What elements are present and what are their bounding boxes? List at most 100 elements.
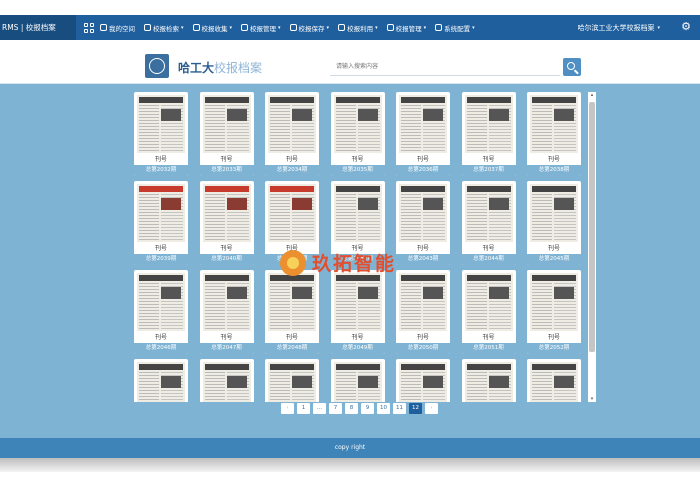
page-button[interactable]: 9 [361,403,374,414]
newspaper-card[interactable]: 刊号 总第2046期 [134,270,188,354]
nav-icon [192,24,200,31]
card-title: 刊号 [416,334,429,341]
next-page-button[interactable]: › [425,403,438,414]
newspaper-card[interactable]: 刊号总第2048期 [265,270,319,354]
newspaper-card[interactable]: 刊号 总第2038期 [527,92,581,176]
nav-item-6[interactable]: 校报管理 ▾ [386,23,427,33]
newspaper-card[interactable]: 刊号 总第2036期 [396,92,450,176]
newspaper-thumbnail [268,362,316,402]
nav-item-3[interactable]: 校报管理 ▾ [241,23,281,33]
nav-icon [144,24,151,31]
newspaper-card[interactable]: 刊号 总第2032期 [134,92,188,176]
search-input[interactable] [330,58,560,76]
nav-icon [338,24,346,31]
nav-item-2[interactable]: 校报收集 ▾ [192,23,232,33]
card-issue-number: 总第2034期 [265,165,319,176]
newspaper-card[interactable] [527,359,581,402]
brand-label: RMS | 校报档案 [0,15,76,40]
page-button[interactable]: 12 [409,403,422,414]
scroll-up-icon[interactable]: ▴ [589,92,595,98]
newspaper-card[interactable]: 刊号 总第2052期 [527,270,581,354]
newspaper-thumbnail [137,184,185,242]
newspaper-thumbnail [333,95,382,153]
scrollbar-thumb[interactable] [589,102,595,352]
newspaper-thumbnail [268,273,316,331]
newspaper-card[interactable]: 刊号 总第2051期 [461,270,516,354]
newspaper-card[interactable] [265,359,319,402]
card-title: 刊号 [482,245,495,252]
newspaper-card[interactable]: 刊号 总第2033期 [199,92,254,176]
vertical-scrollbar[interactable]: ▴ ▾ [588,92,596,402]
page-button[interactable]: 1 [297,403,310,414]
nav-icon [100,24,107,31]
card-title: 刊号 [285,334,298,341]
card-issue-number: 总第2036期 [396,165,450,176]
newspaper-card[interactable] [199,359,254,402]
watermark: 玖拓智能 [280,249,396,276]
card-title: 刊号 [547,334,560,341]
newspaper-card[interactable]: 刊号 总第2035期 [330,92,385,176]
newspaper-thumbnail [399,95,447,153]
card-title: 刊号 [220,156,233,163]
newspaper-card[interactable]: 刊号 总第2047期 [199,270,254,354]
gear-icon[interactable]: ⚙ [680,21,692,33]
newspaper-card[interactable]: 刊号总第2044期 [461,181,516,265]
nav-item-1[interactable]: 校报检索 ▾ [144,23,184,33]
newspaper-thumbnail [530,362,578,402]
newspaper-thumbnail [530,273,578,331]
page-button[interactable]: 11 [393,403,406,414]
newspaper-thumbnail [202,95,251,153]
card-issue-number: 总第2043期 [396,254,450,265]
newspaper-card[interactable] [134,359,188,402]
card-title: 刊号 [154,334,167,341]
newspaper-card[interactable] [330,359,385,402]
nav-item-7[interactable]: 系统配置 ▾ [435,23,475,33]
university-menu[interactable]: 哈尔滨工业大学校报档案 ▾ [577,15,660,40]
page-button[interactable]: 8 [345,403,358,414]
nav-item-label: 校报管理 [395,24,422,33]
chevron-down-icon: ▾ [657,24,660,31]
newspaper-card[interactable]: 刊号 总第2043期 [396,181,450,265]
newspaper-thumbnail [333,362,382,402]
newspaper-thumbnail [464,362,513,402]
nav-item-label: 我的空间 [109,24,135,33]
scroll-down-icon[interactable]: ▾ [589,396,595,402]
newspaper-thumbnail [202,273,251,331]
nav-item-0[interactable]: 我的空间 [100,23,135,33]
chevron-down-icon: ▾ [423,24,427,31]
top-nav-bar: RMS | 校报档案 我的空间 校报检索 ▾ 校报收集 ▾ 校报管理 ▾ 校报保存 ▾ 校报利用 ▾… [0,15,700,40]
newspaper-card[interactable]: 刊号 总第2040期 [199,181,254,265]
page-button[interactable]: 10 [377,403,390,414]
newspaper-thumbnail [464,273,513,331]
card-issue-number: 总第2044期 [461,254,516,265]
nav-item-label: 校报检索 [153,24,179,33]
newspaper-thumbnail [202,184,251,242]
card-title: 刊号 [482,334,495,341]
newspaper-card[interactable]: 刊号 总第2037期 [461,92,516,176]
nav-item-5[interactable]: 校报利用 ▾ [338,23,378,33]
watermark-logo-icon [280,249,306,276]
page-button[interactable]: 7 [329,403,342,414]
card-title: 刊号 [547,156,560,163]
newspaper-gallery: 刊号 总第2032期 刊号 总第2033期 刊号 总第2034期 刊号 总第2035期 刊号 总第… [132,92,596,402]
watermark-text: 玖拓智能 [312,253,397,275]
card-issue-number: 总第2048期 [265,343,319,354]
nav-item-4[interactable]: 校报保存 ▾ [289,23,330,33]
newspaper-thumbnail [399,273,447,331]
newspaper-thumbnail [464,184,513,242]
newspaper-card[interactable]: 刊号 总第2039期 [134,181,188,265]
app-frame: RMS | 校报档案 我的空间 校报检索 ▾ 校报收集 ▾ 校报管理 ▾ 校报保存 ▾ 校报利用 ▾… [0,0,700,500]
newspaper-card[interactable]: 刊号 总第2050期 [396,270,450,354]
newspaper-card[interactable] [461,359,516,402]
apps-grid-icon[interactable] [84,22,94,33]
newspaper-card[interactable] [396,359,450,402]
nav-icon [386,24,394,31]
page-button[interactable]: ... [313,403,326,414]
card-issue-number: 总第2047期 [199,343,254,354]
chevron-down-icon: ▾ [326,24,330,31]
search-button[interactable] [563,58,581,76]
newspaper-card[interactable]: 刊号 总第2045期 [527,181,581,265]
prev-page-button[interactable]: ‹ [281,403,294,414]
newspaper-card[interactable]: 刊号 总第2034期 [265,92,319,176]
newspaper-card[interactable]: 刊号 总第2049期 [330,270,385,354]
